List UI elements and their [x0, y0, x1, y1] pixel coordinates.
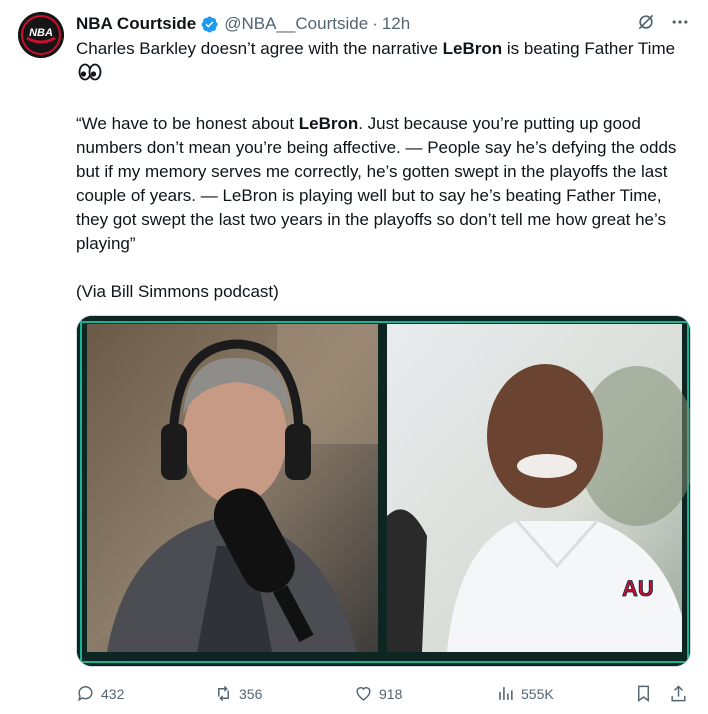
header-actions [636, 12, 690, 37]
reply-button[interactable]: 432 [76, 684, 124, 703]
like-count: 918 [379, 685, 403, 702]
repost-button[interactable]: 356 [214, 684, 262, 703]
action-bar: 432 356 918 555K [76, 684, 692, 708]
repost-icon [218, 685, 229, 702]
share-icon [671, 685, 686, 702]
quote-paragraph: “We have to be honest about LeBron. Just… [76, 112, 692, 256]
separator-dot: · [372, 14, 378, 33]
headline-text-end: is beating Father Time [502, 39, 676, 58]
bookmark-icon [638, 685, 649, 703]
view-count: 555K [521, 685, 554, 702]
verified-badge-icon [200, 15, 219, 34]
views-icon [499, 687, 513, 700]
avatar-text: NBA [29, 27, 53, 39]
views-button[interactable]: 555K [496, 684, 554, 703]
tweet-header: NBA Courtside @NBA__Courtside · 12h [76, 12, 690, 36]
tweet: NBA NBA Courtside @NBA__Courtside · 12h [0, 0, 708, 714]
charles-barkley-photo: AU [387, 324, 690, 652]
quote-text-end: . Just because you’re putting up good nu… [76, 114, 677, 253]
tweet-text: Charles Barkley doesn’t agree with the n… [76, 37, 692, 304]
lebron-mention: LeBron [442, 39, 503, 58]
share-button[interactable] [669, 684, 688, 703]
nba-courtside-logo-icon: NBA [18, 12, 64, 58]
quote-text: “We have to be honest about [76, 114, 299, 133]
reply-icon [78, 686, 93, 702]
repost-count: 356 [239, 685, 263, 702]
source-paragraph: (Via Bill Simmons podcast) [76, 282, 279, 301]
display-name[interactable]: NBA Courtside [76, 14, 196, 34]
more-options-icon[interactable] [670, 12, 690, 37]
like-button[interactable]: 918 [354, 684, 402, 703]
podcast-host-photo [87, 324, 378, 652]
attached-image[interactable]: AU [76, 315, 691, 667]
headline-text: Charles Barkley doesn’t agree with the n… [76, 39, 443, 58]
avatar[interactable]: NBA [18, 12, 64, 58]
svg-text:AU: AU [622, 576, 654, 601]
lebron-mention-quote: LeBron [298, 114, 359, 133]
grok-icon[interactable] [636, 12, 656, 37]
bookmark-button[interactable] [634, 684, 653, 703]
eyes-emoji-icon [78, 63, 102, 88]
user-handle[interactable]: @NBA__Courtside [224, 14, 368, 34]
reply-count: 432 [101, 685, 125, 702]
post-time[interactable]: 12h [382, 14, 410, 34]
heart-icon [356, 687, 371, 701]
headline-paragraph: Charles Barkley doesn’t agree with the n… [76, 37, 692, 88]
